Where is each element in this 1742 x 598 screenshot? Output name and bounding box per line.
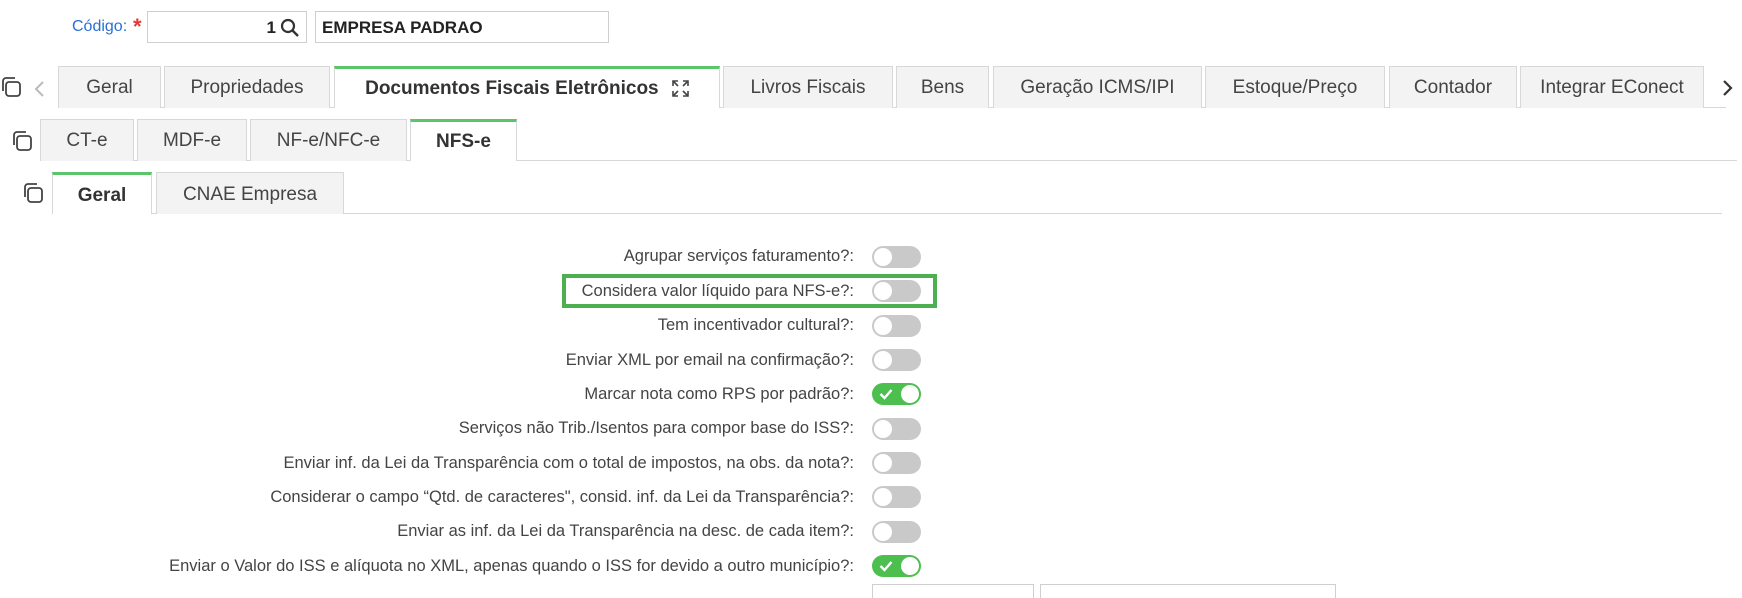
tab-label: Integrar EConect bbox=[1540, 77, 1684, 98]
toggle-considera-valor-liquido[interactable] bbox=[872, 280, 921, 302]
tab-documentos-fiscais-eletronicos[interactable]: Documentos Fiscais Eletrônicos bbox=[334, 66, 720, 108]
tab-label: Geral bbox=[86, 77, 133, 98]
toggle-lei-transparencia-item[interactable] bbox=[872, 521, 921, 543]
code-label: Código: bbox=[72, 18, 128, 35]
tab-label: Documentos Fiscais Eletrônicos bbox=[365, 78, 659, 99]
code-value: 1 bbox=[266, 18, 276, 37]
tab-geracao-icms-ipi[interactable]: Geração ICMS/IPI bbox=[993, 66, 1202, 108]
tab-ct-e[interactable]: CT-e bbox=[40, 119, 134, 161]
toggle-agrupar-servicos[interactable] bbox=[872, 246, 921, 268]
tab-estoque-preco[interactable]: Estoque/Preço bbox=[1205, 66, 1385, 108]
option-label: Enviar inf. da Lei da Transparência com … bbox=[283, 454, 854, 472]
check-icon bbox=[879, 389, 893, 400]
company-name: EMPRESA PADRAO bbox=[322, 18, 483, 37]
chevron-left-icon[interactable] bbox=[30, 77, 50, 101]
tab-mdf-e[interactable]: MDF-e bbox=[137, 119, 247, 161]
code-input[interactable]: 1 bbox=[147, 11, 307, 43]
expand-icon[interactable] bbox=[672, 80, 689, 97]
tab-label: Estoque/Preço bbox=[1232, 77, 1358, 98]
toggle-valor-iss-xml[interactable] bbox=[872, 555, 921, 577]
option-label: Enviar o Valor do ISS e alíquota no XML,… bbox=[169, 557, 854, 575]
tab-label: Geral bbox=[77, 185, 127, 206]
chevron-right-icon[interactable] bbox=[1717, 76, 1737, 100]
tab-label: CT-e bbox=[66, 130, 108, 151]
tab-label: Livros Fiscais bbox=[750, 77, 866, 98]
tab-propriedades[interactable]: Propriedades bbox=[164, 66, 330, 108]
option-label: Considera valor líquido para NFS-e?: bbox=[581, 282, 854, 300]
partial-input-field[interactable] bbox=[1040, 584, 1336, 598]
partial-input-field[interactable] bbox=[872, 584, 1034, 598]
option-label: Enviar XML por email na confirmação?: bbox=[565, 351, 854, 369]
toggle-lei-transparencia-obs[interactable] bbox=[872, 452, 921, 474]
tab-nf-e-nfc-e[interactable]: NF-e/NFC-e bbox=[250, 119, 407, 161]
tab-cnae-empresa[interactable]: CNAE Empresa bbox=[156, 172, 344, 214]
tab-label: Geração ICMS/IPI bbox=[1020, 77, 1175, 98]
tab-geral[interactable]: Geral bbox=[58, 66, 161, 108]
option-label: Enviar as inf. da Lei da Transparência n… bbox=[397, 522, 854, 540]
tab-label: Contador bbox=[1413, 77, 1493, 98]
tab-label: NF-e/NFC-e bbox=[276, 130, 381, 151]
tab-label: MDF-e bbox=[162, 130, 222, 151]
tab-label: NFS-e bbox=[436, 131, 491, 152]
tab-livros-fiscais[interactable]: Livros Fiscais bbox=[723, 66, 893, 108]
copy-icon[interactable] bbox=[0, 76, 22, 98]
company-name-field: EMPRESA PADRAO bbox=[315, 11, 609, 43]
copy-icon[interactable] bbox=[11, 130, 33, 152]
copy-icon[interactable] bbox=[22, 182, 44, 204]
tab-nfs-e[interactable]: NFS-e bbox=[410, 119, 517, 161]
option-label: Tem incentivador cultural?: bbox=[657, 316, 854, 334]
toggle-marcar-rps[interactable] bbox=[872, 383, 921, 405]
tab-label: Propriedades bbox=[190, 77, 304, 98]
search-icon[interactable] bbox=[280, 18, 300, 38]
required-mark: * bbox=[133, 14, 142, 39]
option-label: Serviços não Trib./Isentos para compor b… bbox=[458, 419, 854, 437]
option-label: Marcar nota como RPS por padrão?: bbox=[584, 385, 854, 403]
toggle-servicos-nao-trib[interactable] bbox=[872, 418, 921, 440]
check-icon bbox=[879, 561, 893, 572]
toggle-incentivador-cultural[interactable] bbox=[872, 315, 921, 337]
tab-contador[interactable]: Contador bbox=[1389, 66, 1517, 108]
toggle-qtd-caracteres[interactable] bbox=[872, 486, 921, 508]
option-label: Agrupar serviços faturamento?: bbox=[623, 247, 854, 265]
toggle-enviar-xml-email[interactable] bbox=[872, 349, 921, 371]
tab-bens[interactable]: Bens bbox=[896, 66, 989, 108]
tab-label: CNAE Empresa bbox=[182, 184, 318, 205]
option-label: Considerar o campo “Qtd. de caracteres",… bbox=[270, 488, 854, 506]
tab-label: Bens bbox=[920, 77, 965, 98]
tab-integrar-econect[interactable]: Integrar EConect bbox=[1520, 66, 1704, 108]
tab-nfse-geral[interactable]: Geral bbox=[52, 172, 152, 214]
